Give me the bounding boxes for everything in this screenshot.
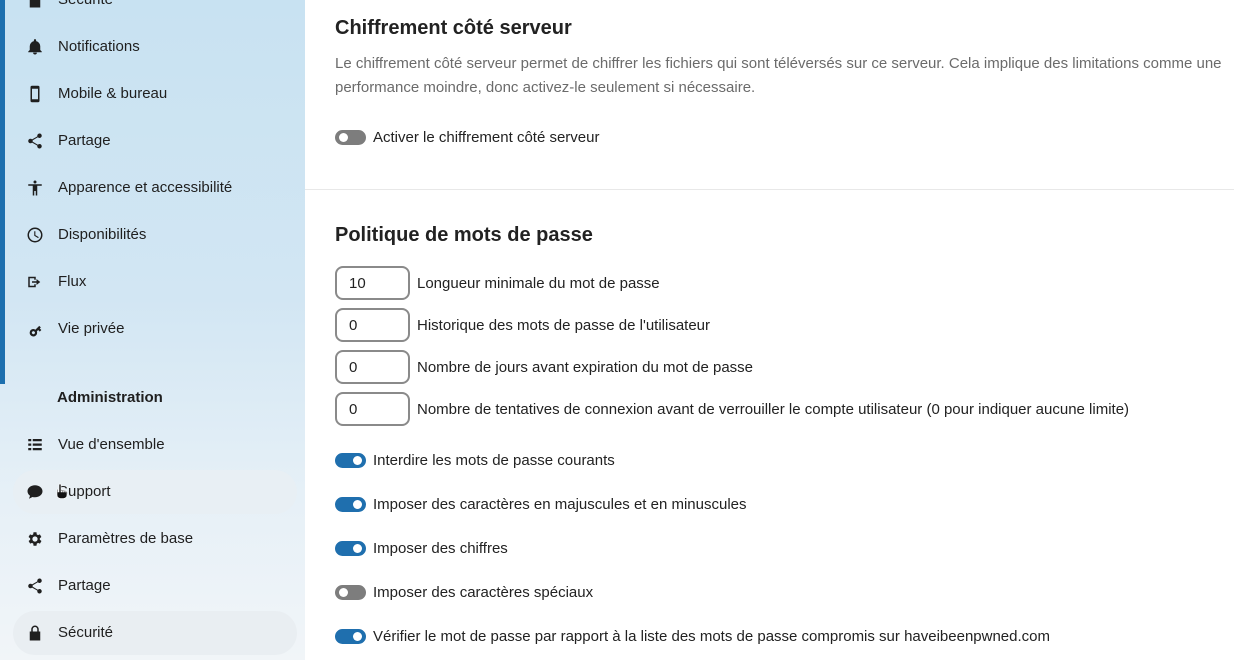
digits-toggle[interactable] [335,540,366,556]
min-length-row: Longueur minimale du mot de passe [335,266,660,300]
sidebar-item-label: Flux [58,273,87,290]
gear-icon [26,530,44,548]
toggle-knob [353,631,362,641]
expiration-days-label: Nombre de jours avant expiration du mot … [417,358,754,376]
administration-heading: Administration [57,389,163,406]
encryption-toggle[interactable] [335,129,366,145]
chat-icon [26,483,44,501]
password-history-input[interactable] [335,308,410,342]
sidebar-item-label: Partage [58,132,111,149]
min-length-input[interactable] [335,266,410,300]
min-length-label: Longueur minimale du mot de passe [417,274,660,292]
lock-icon [26,0,44,9]
bell-icon [26,38,44,56]
section-divider [305,189,1234,190]
pwned-check-toggle[interactable] [335,628,366,644]
digits-label: Imposer des chiffres [373,539,508,557]
toggle-knob [339,132,348,142]
expiration-days-input[interactable] [335,350,410,384]
forbid-common-label: Interdire les mots de passe courants [373,451,615,469]
sidebar-item-label: Sécurité [58,0,113,8]
lock-icon [26,624,44,642]
forbid-common-row[interactable]: Interdire les mots de passe courants [335,448,615,472]
sidebar-item-securite-personal[interactable]: Sécurité [13,0,297,22]
special-chars-toggle[interactable] [335,584,366,600]
sidebar-item-vue-ensemble[interactable]: Vue d'ensemble [13,423,297,467]
expiration-days-row: Nombre de jours avant expiration du mot … [335,350,753,384]
forbid-common-toggle[interactable] [335,452,366,468]
encryption-description: Le chiffrement côté serveur permet de ch… [335,55,1222,96]
pwned-check-row[interactable]: Vérifier le mot de passe par rapport à l… [335,624,1050,648]
clock-icon [26,226,44,244]
toggle-knob [339,587,348,597]
encryption-toggle-label: Activer le chiffrement côté serveur [373,128,600,146]
sidebar-accent-strip [0,0,5,384]
key-icon [26,320,44,338]
mobile-icon [26,85,44,103]
toggle-knob [353,543,362,553]
accessibility-icon [26,179,44,197]
sidebar-item-partage-admin[interactable]: Partage [13,564,297,608]
sidebar-item-flux[interactable]: Flux [13,260,297,304]
encryption-title: Chiffrement côté serveur [335,17,572,39]
upper-lower-row[interactable]: Imposer des caractères en majuscules et … [335,492,747,516]
sidebar-item-vie-privee[interactable]: Vie privée [13,307,297,351]
sidebar-item-label: Sécurité [58,624,114,641]
list-icon [26,436,44,454]
sidebar-item-label: Vie privée [58,320,125,337]
toggle-knob [353,499,362,509]
upper-lower-label: Imposer des caractères en majuscules et … [373,495,747,513]
password-policy-title: Politique de mots de passe [335,224,593,246]
special-chars-label: Imposer des caractères spéciaux [373,583,594,601]
sidebar-item-label: Mobile & bureau [58,85,168,102]
password-history-row: Historique des mots de passe de l'utilis… [335,308,710,342]
encryption-toggle-row[interactable]: Activer le chiffrement côté serveur [335,125,599,149]
sidebar-item-partage-personal[interactable]: Partage [13,119,297,163]
sidebar-item-label: Apparence et accessibilité [58,179,233,196]
sidebar-item-label: Notifications [58,38,140,55]
digits-row[interactable]: Imposer des chiffres [335,536,508,560]
upper-lower-toggle[interactable] [335,496,366,512]
sidebar-item-parametres-base[interactable]: Paramètres de base [13,517,297,561]
sidebar-item-label: Vue d'ensemble [58,436,165,453]
sidebar-item-notifications[interactable]: Notifications [13,25,297,69]
flow-icon [26,273,44,291]
special-chars-row[interactable]: Imposer des caractères spéciaux [335,580,593,604]
app-window: Sécurité Notifications Mobile & bureau P… [0,0,1234,660]
sidebar-item-disponibilites[interactable]: Disponibilités [13,213,297,257]
login-attempts-row: Nombre de tentatives de connexion avant … [335,392,1129,426]
sidebar-item-apparence[interactable]: Apparence et accessibilité [13,166,297,210]
sidebar-item-label: Partage [58,577,111,594]
sidebar-item-label: Disponibilités [58,226,147,243]
settings-sidebar: Sécurité Notifications Mobile & bureau P… [0,0,305,660]
share-icon [26,132,44,150]
login-attempts-input[interactable] [335,392,410,426]
settings-content: Chiffrement côté serveur Le chiffrement … [305,0,1234,660]
sidebar-item-label: Paramètres de base [58,530,194,547]
hand-cursor-icon [56,483,68,499]
password-history-label: Historique des mots de passe de l'utilis… [417,316,711,334]
pwned-check-label: Vérifier le mot de passe par rapport à l… [373,627,1050,645]
sidebar-item-securite-admin[interactable]: Sécurité [13,611,297,655]
login-attempts-label: Nombre de tentatives de connexion avant … [417,400,1130,418]
toggle-knob [353,455,362,465]
sidebar-item-mobile-bureau[interactable]: Mobile & bureau [13,72,297,116]
share-icon [26,577,44,595]
